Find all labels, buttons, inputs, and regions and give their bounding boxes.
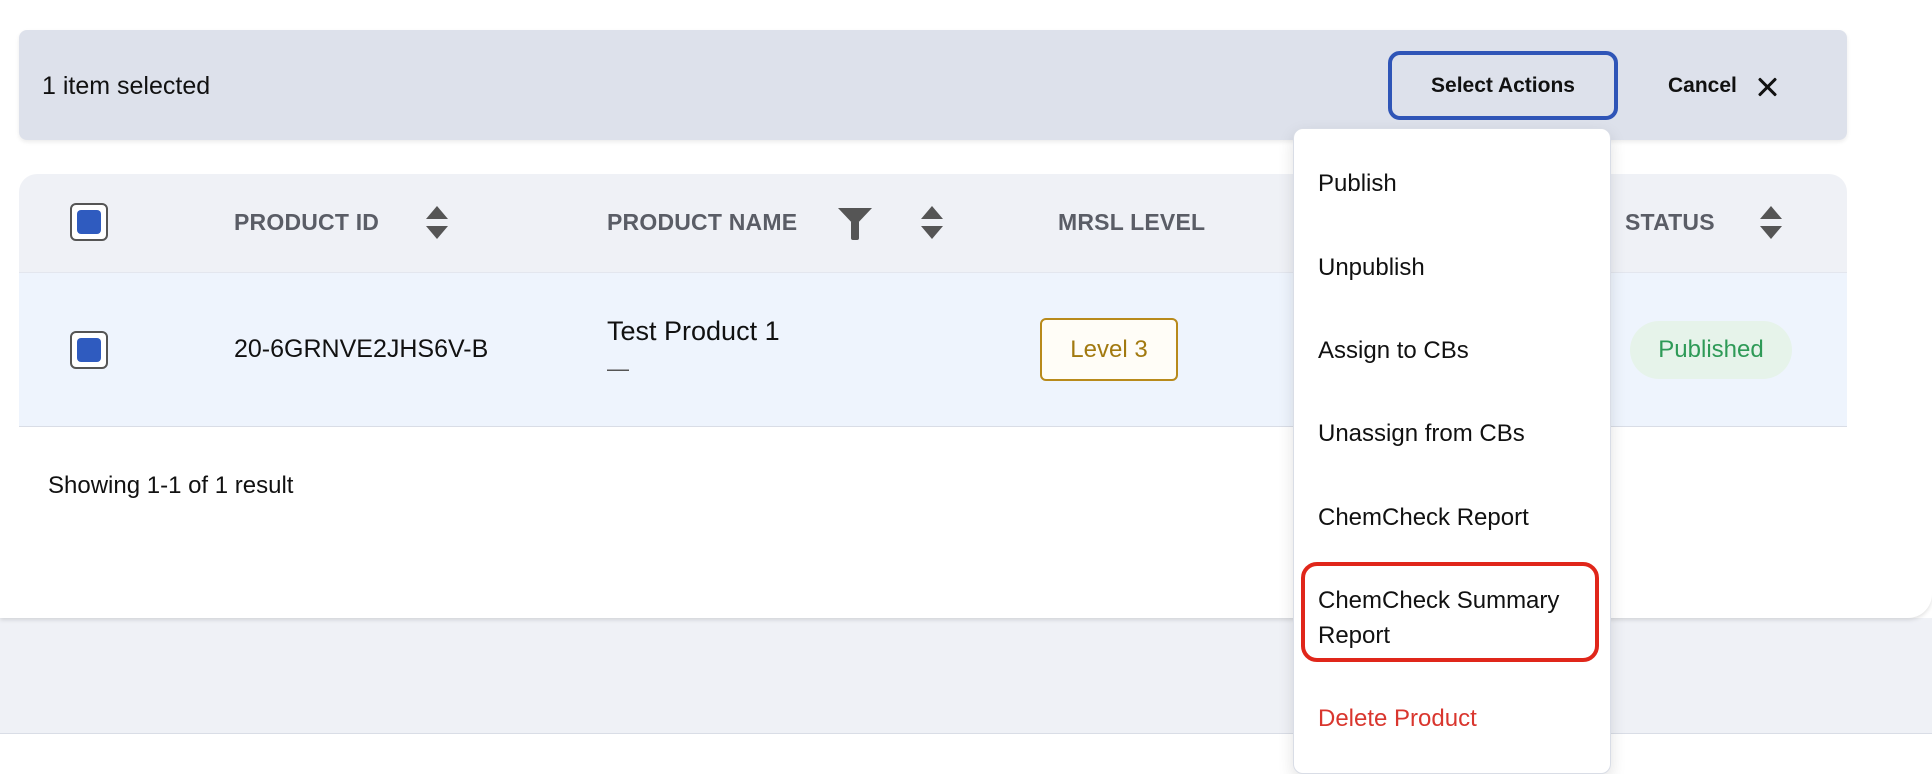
results-count: Showing 1-1 of 1 result bbox=[48, 472, 294, 499]
menu-item-unpublish[interactable]: Unpublish bbox=[1318, 250, 1425, 285]
page-footer-band bbox=[0, 618, 1932, 734]
sort-product-id-icon[interactable] bbox=[426, 206, 448, 240]
product-name-cell[interactable]: Test Product 1 bbox=[607, 316, 780, 347]
menu-item-assign-to-cbs[interactable]: Assign to CBs bbox=[1318, 333, 1469, 368]
menu-item-unassign-from-cbs[interactable]: Unassign from CBs bbox=[1318, 416, 1525, 451]
cancel-label: Cancel bbox=[1668, 74, 1737, 97]
product-id-cell: 20-6GRNVE2JHS6V-B bbox=[234, 335, 489, 363]
product-name-subtext: — bbox=[607, 356, 629, 381]
select-all-checkbox[interactable] bbox=[70, 203, 108, 241]
menu-item-chemcheck-report[interactable]: ChemCheck Report bbox=[1318, 500, 1529, 535]
row-checkbox[interactable] bbox=[70, 331, 108, 369]
selection-count: 1 item selected bbox=[42, 72, 211, 100]
menu-item-chemcheck-summary-report[interactable]: ChemCheck Summary Report bbox=[1318, 583, 1559, 653]
mrsl-level-badge: Level 3 bbox=[1040, 318, 1178, 381]
column-header-status[interactable]: STATUS bbox=[1625, 209, 1715, 236]
close-icon bbox=[1755, 74, 1779, 98]
menu-item-label-line2: Report bbox=[1318, 622, 1391, 649]
menu-item-publish[interactable]: Publish bbox=[1318, 166, 1397, 201]
cancel-selection-button[interactable]: Cancel bbox=[1668, 66, 1779, 106]
status-badge: Published bbox=[1630, 321, 1792, 379]
sort-product-name-icon[interactable] bbox=[921, 206, 943, 240]
menu-item-label-line1: ChemCheck Summary bbox=[1318, 587, 1560, 614]
column-header-mrsl-level: MRSL LEVEL bbox=[1058, 209, 1206, 235]
filter-product-name-icon[interactable] bbox=[838, 208, 872, 240]
column-header-product-name[interactable]: PRODUCT NAME bbox=[607, 209, 797, 236]
sort-status-icon[interactable] bbox=[1760, 206, 1782, 240]
actions-dropdown-menu bbox=[1293, 128, 1611, 774]
column-header-product-id[interactable]: PRODUCT ID bbox=[234, 209, 379, 236]
select-actions-button[interactable]: Select Actions bbox=[1388, 51, 1618, 120]
menu-item-delete-product[interactable]: Delete Product bbox=[1318, 701, 1477, 736]
